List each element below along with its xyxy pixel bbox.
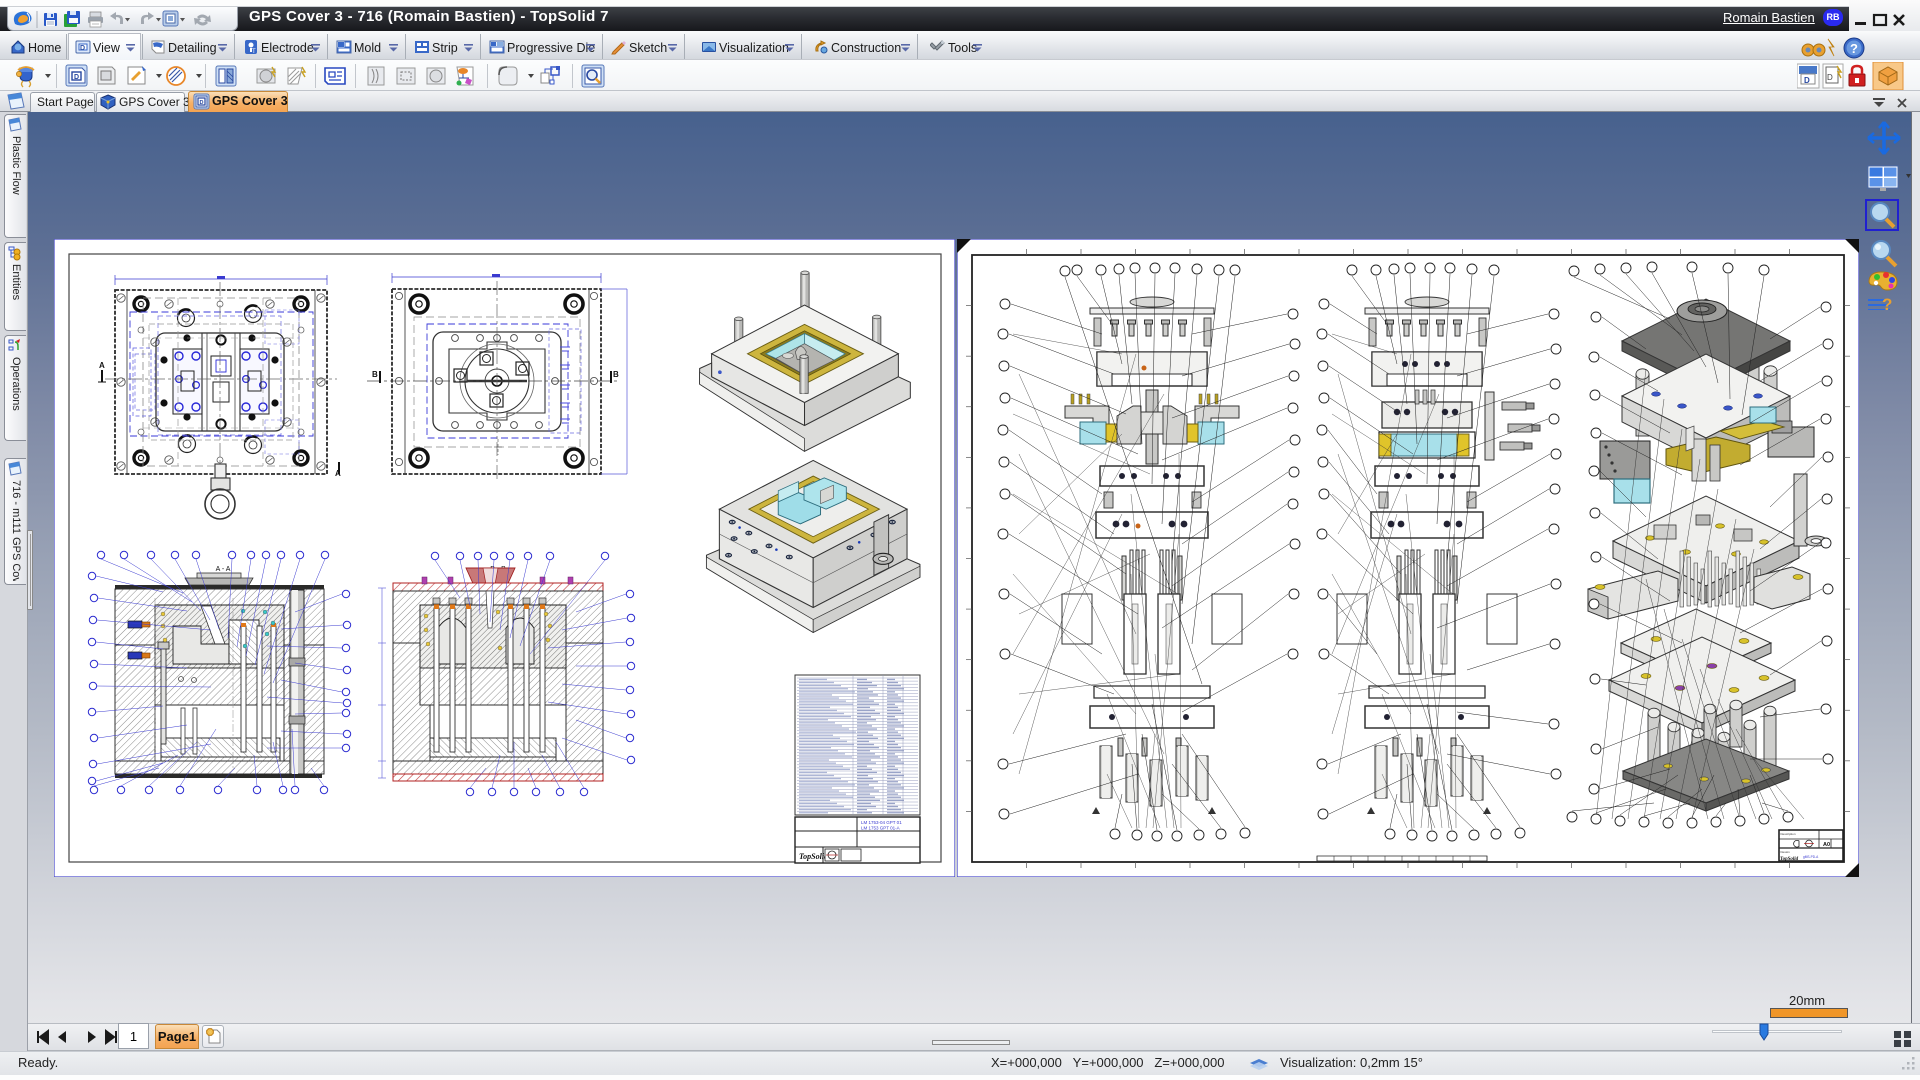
- svg-text:A0: A0: [1823, 842, 1830, 848]
- svg-text:TopSolid: TopSolid: [799, 852, 829, 861]
- svg-text:TopSolid: TopSolid: [1780, 857, 1799, 862]
- svg-text:D: D: [200, 100, 204, 106]
- svg-text:Description: Description: [1781, 832, 1796, 836]
- svg-text:LM 1753-04 GPT 01: LM 1753-04 GPT 01: [861, 820, 902, 825]
- svg-text:B: B: [372, 370, 378, 379]
- svg-text:T: T: [252, 49, 256, 55]
- svg-text:?: ?: [1850, 41, 1858, 56]
- svg-text:A - A: A - A: [216, 566, 231, 573]
- svg-text:Dessin: Dessin: [1781, 850, 1791, 854]
- svg-text:D: D: [74, 74, 79, 81]
- svg-text:A: A: [99, 361, 105, 370]
- svg-text:D: D: [80, 45, 85, 52]
- svg-text:D: D: [1827, 73, 1833, 82]
- svg-text:?: ?: [1882, 295, 1892, 310]
- svg-text:D: D: [1804, 76, 1810, 85]
- svg-text:LM 1753 GPT 01-A: LM 1753 GPT 01-A: [861, 826, 900, 831]
- svg-text:B: B: [613, 370, 619, 379]
- svg-text:gMS-PD-A: gMS-PD-A: [1803, 855, 1819, 859]
